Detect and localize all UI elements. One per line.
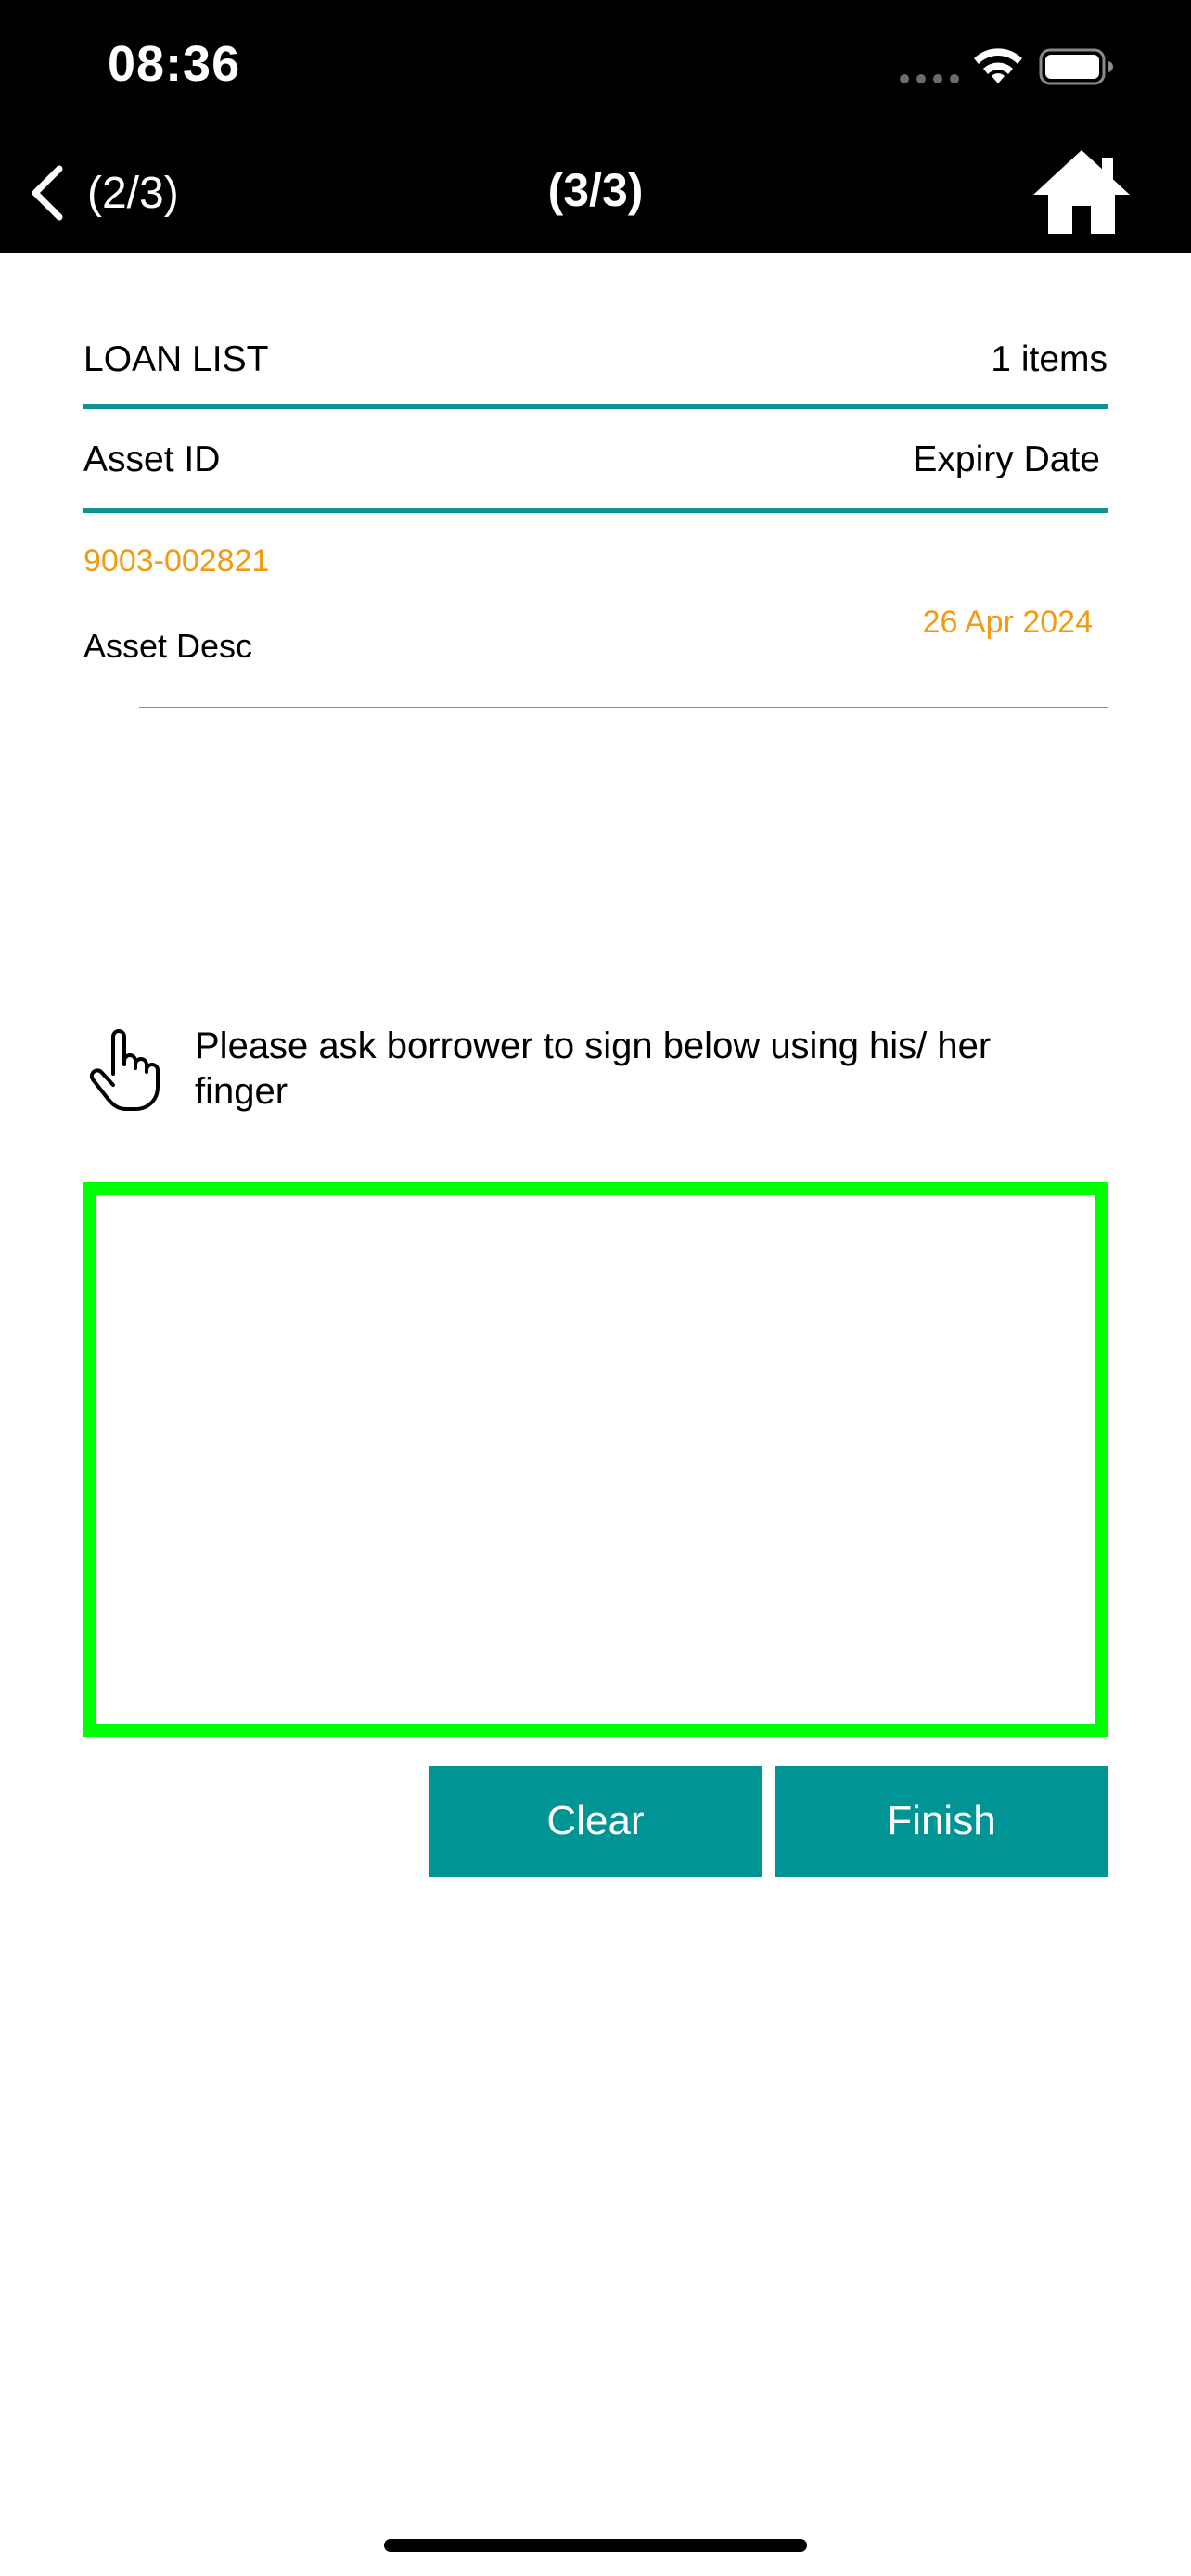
asset-desc: Asset Desc	[83, 627, 253, 665]
column-header-expiry-date: Expiry Date	[913, 440, 1100, 479]
header-divider	[83, 404, 1108, 409]
expiry-date: 26 Apr 2024	[922, 605, 1093, 640]
clear-button[interactable]: Clear	[429, 1766, 762, 1877]
column-divider	[83, 508, 1108, 513]
wifi-icon	[974, 48, 1022, 83]
loan-list-count: 1 items	[991, 339, 1108, 379]
back-label: (2/3)	[87, 168, 179, 218]
home-indicator	[384, 2539, 807, 2552]
chevron-left-icon	[32, 165, 63, 221]
status-time: 08:36	[108, 36, 241, 92]
hand-pointer-icon	[89, 1029, 160, 1111]
top-bar: 08:36 (2/3) (3/3)	[0, 0, 1191, 253]
loan-list-title: LOAN LIST	[83, 339, 269, 379]
instruction-text: Please ask borrower to sign below using …	[195, 1026, 992, 1112]
loan-list-item[interactable]: 9003-002821 Asset Desc 26 Apr 2024	[83, 516, 1108, 710]
battery-icon	[1039, 48, 1113, 85]
column-header-asset-id: Asset ID	[83, 440, 221, 479]
row-divider	[139, 707, 1108, 708]
home-icon[interactable]	[1030, 145, 1133, 237]
cellular-signal-icon	[900, 74, 959, 83]
finish-button[interactable]: Finish	[775, 1766, 1108, 1877]
back-button[interactable]: (2/3)	[28, 156, 179, 230]
signature-pad[interactable]	[83, 1182, 1108, 1737]
loan-list-header: LOAN LIST 1 items	[83, 330, 1108, 404]
sign-instruction: Please ask borrower to sign below using …	[89, 1024, 1017, 1126]
asset-id: 9003-002821	[83, 543, 270, 579]
